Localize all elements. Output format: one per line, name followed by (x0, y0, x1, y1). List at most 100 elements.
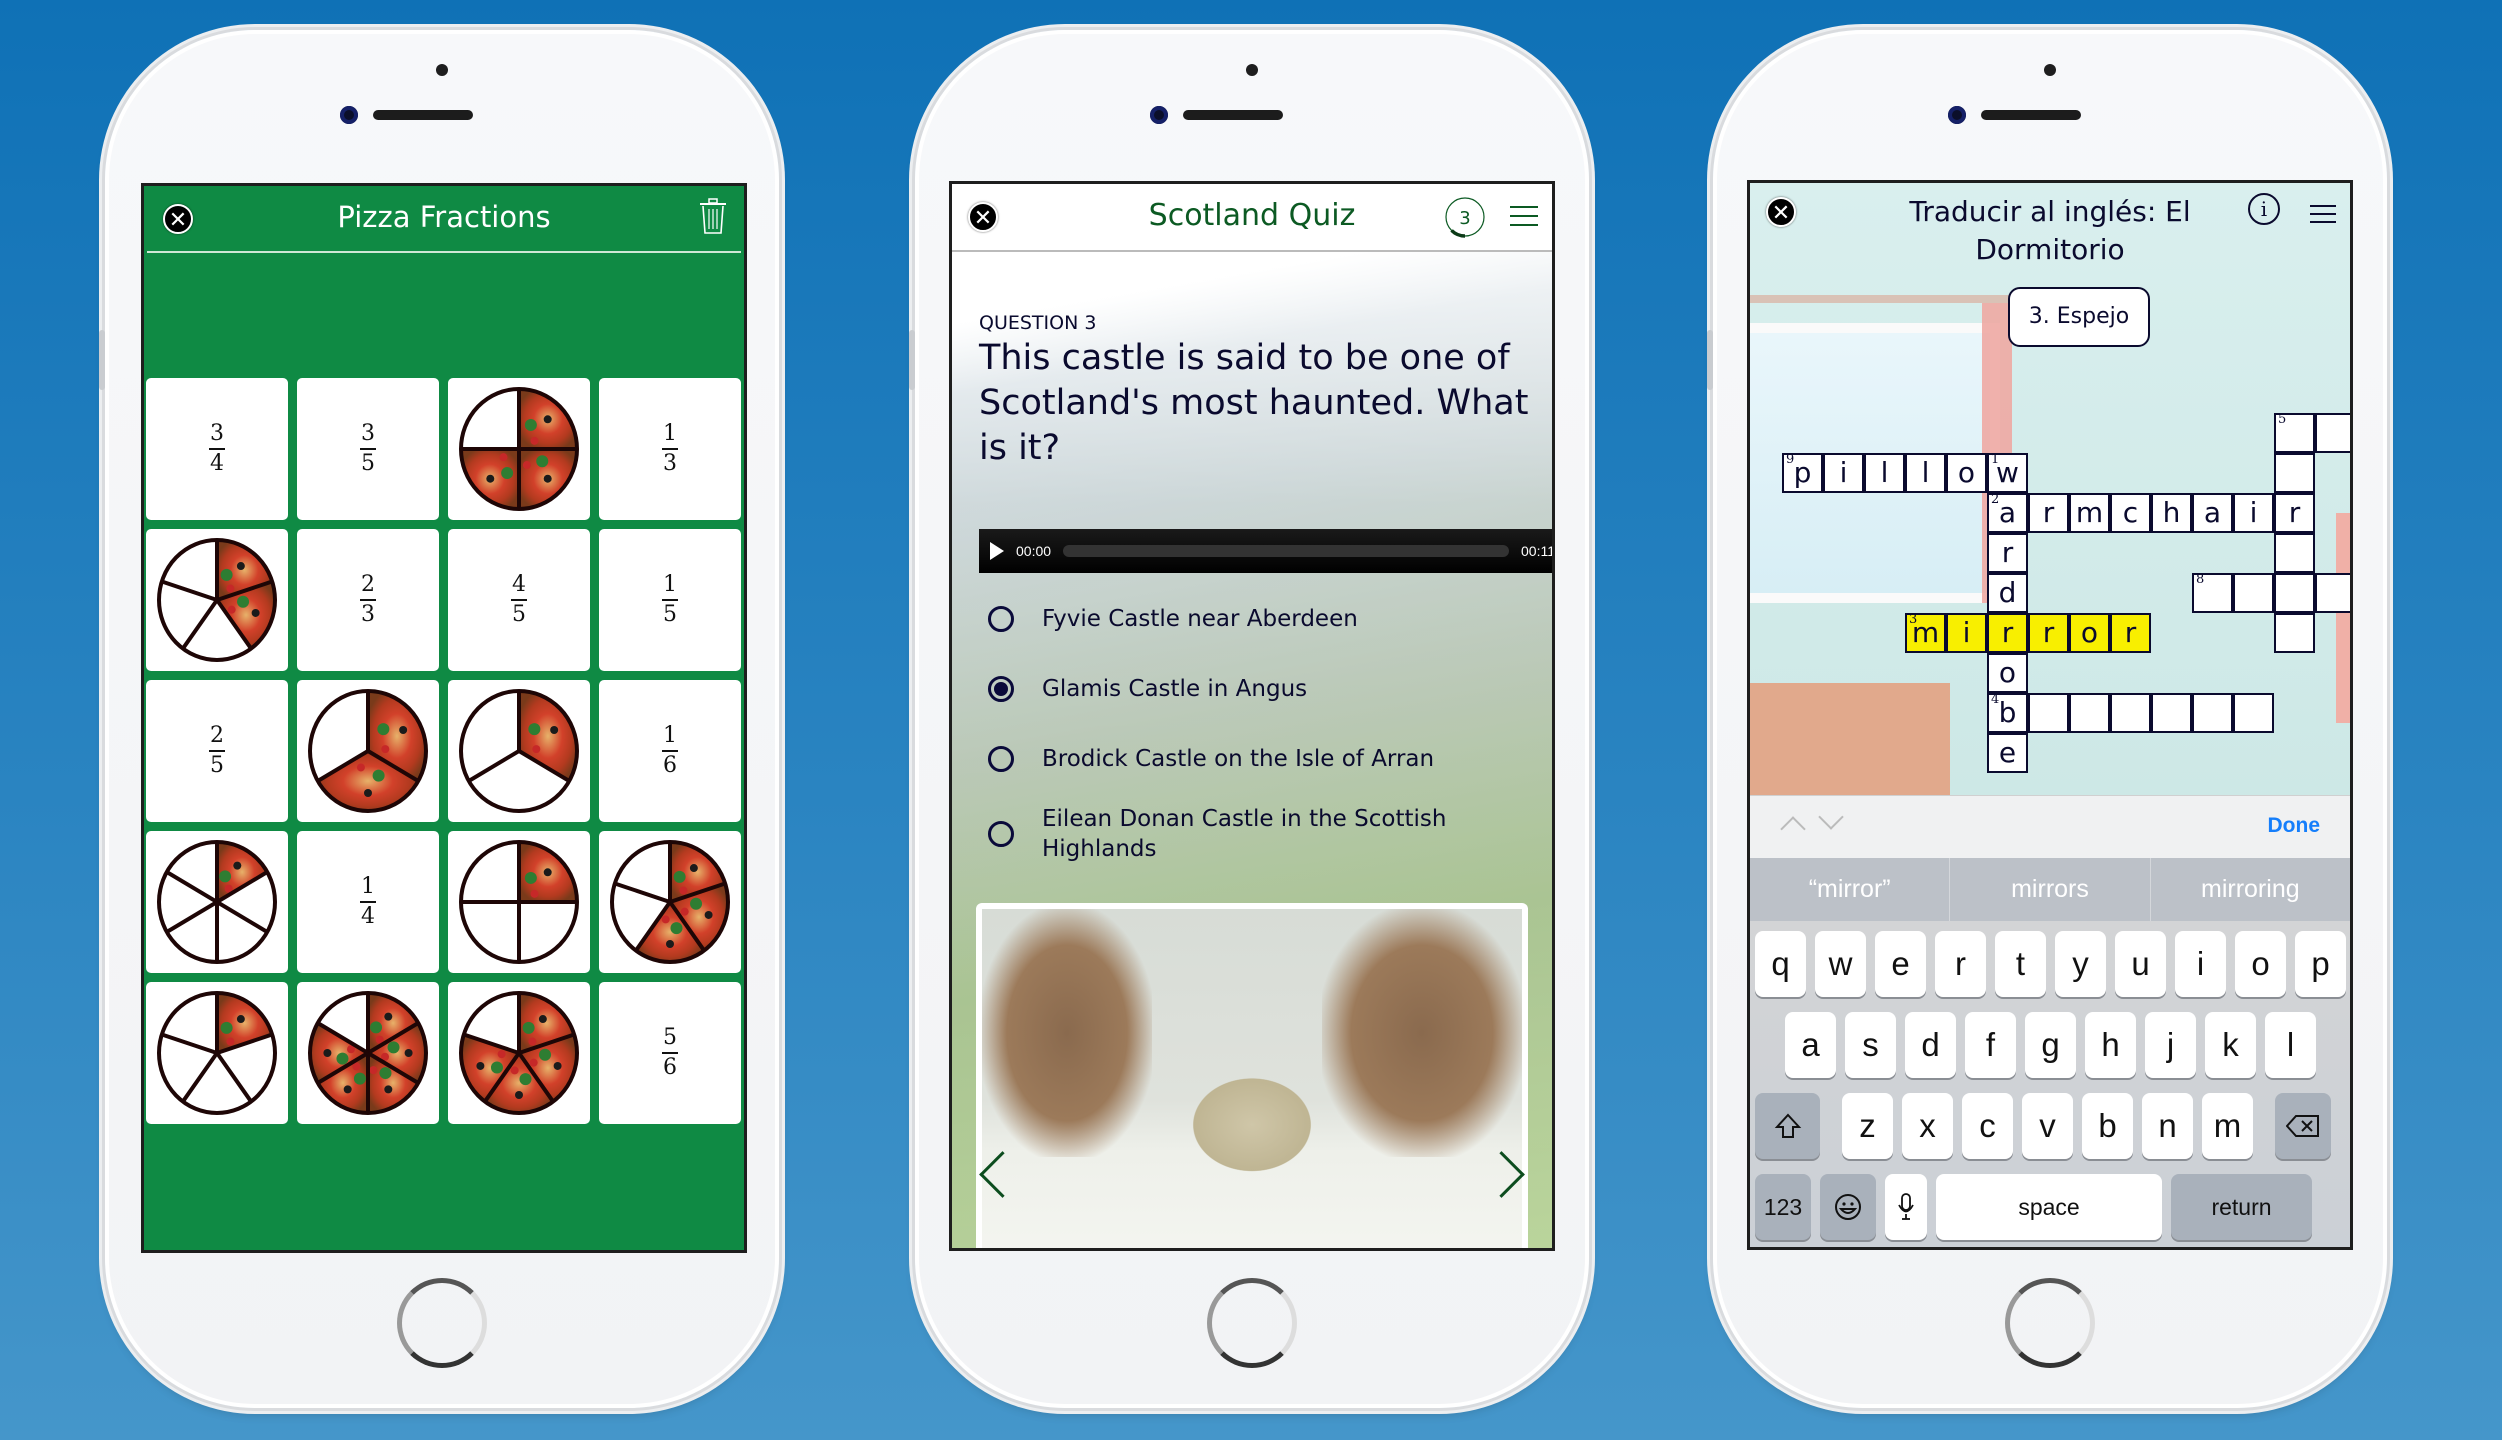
fraction-card[interactable]: 34 (146, 378, 288, 520)
key-i[interactable]: i (2175, 931, 2226, 997)
radio-button[interactable] (988, 676, 1014, 702)
pizza-card[interactable] (448, 831, 590, 973)
key-h[interactable]: h (2085, 1012, 2136, 1078)
fraction-card[interactable]: 23 (297, 529, 439, 671)
crossword-cell[interactable]: 5 (2274, 412, 2315, 453)
audio-seek-bar[interactable] (1063, 545, 1509, 557)
crossword-cell[interactable] (2315, 413, 2350, 453)
fraction-card[interactable]: 25 (146, 680, 288, 822)
key-z[interactable]: z (1842, 1093, 1893, 1159)
key-o[interactable]: o (2235, 931, 2286, 997)
crossword-cell[interactable]: i (1823, 453, 1864, 493)
close-icon[interactable]: ✕ (1766, 197, 1796, 227)
crossword-cell[interactable]: d (1987, 573, 2028, 613)
crossword-cell-active[interactable]: i (1946, 613, 1987, 653)
crossword-cell-active[interactable]: 3m (1905, 612, 1946, 653)
crossword-cell[interactable]: 4b (1987, 692, 2028, 733)
crossword-cell[interactable]: r (2274, 493, 2315, 533)
fraction-card[interactable]: 45 (448, 529, 590, 671)
key-y[interactable]: y (2055, 931, 2106, 997)
pizza-card[interactable] (448, 378, 590, 520)
key-m[interactable]: m (2202, 1093, 2253, 1159)
crossword-cell[interactable] (2151, 693, 2192, 733)
chevron-up-icon[interactable] (1780, 816, 1806, 842)
crossword-cell[interactable] (2233, 693, 2274, 733)
emoji-key[interactable] (1820, 1174, 1876, 1240)
answer-option[interactable]: Fyvie Castle near Aberdeen (988, 584, 1528, 654)
crossword-cell[interactable]: a (2192, 493, 2233, 533)
crossword-cell[interactable] (2315, 573, 2350, 613)
crossword-cell[interactable]: i (2233, 493, 2274, 533)
key-w[interactable]: w (1815, 931, 1866, 997)
crossword-cell[interactable]: 1w (1987, 452, 2028, 493)
fraction-card[interactable]: 35 (297, 378, 439, 520)
menu-icon[interactable] (2310, 205, 2336, 229)
key-l[interactable]: l (2265, 1012, 2316, 1078)
done-button[interactable]: Done (2268, 814, 2321, 838)
trash-icon[interactable] (699, 198, 727, 234)
crossword-cell[interactable] (2192, 693, 2233, 733)
key-c[interactable]: c (1962, 1093, 2013, 1159)
crossword-cell[interactable] (2274, 453, 2315, 493)
radio-button[interactable] (988, 606, 1014, 632)
crossword-cell[interactable] (2274, 533, 2315, 573)
key-r[interactable]: r (1935, 931, 1986, 997)
pizza-card[interactable] (599, 831, 741, 973)
radio-button[interactable] (988, 746, 1014, 772)
crossword-cell[interactable]: m (2069, 493, 2110, 533)
backspace-key[interactable] (2275, 1093, 2331, 1159)
microphone-key[interactable] (1885, 1174, 1927, 1240)
key-b[interactable]: b (2082, 1093, 2133, 1159)
suggestion[interactable]: “mirror” (1750, 858, 1951, 921)
crossword-cell-active[interactable]: r (2028, 613, 2069, 653)
suggestion[interactable]: mirrors (1950, 858, 2151, 921)
crossword-cell-active[interactable]: r (1987, 613, 2028, 653)
answer-option[interactable]: Glamis Castle in Angus (988, 654, 1528, 724)
key-n[interactable]: n (2142, 1093, 2193, 1159)
fraction-card[interactable]: 14 (297, 831, 439, 973)
key-j[interactable]: j (2145, 1012, 2196, 1078)
crossword-cell[interactable]: o (1946, 453, 1987, 493)
crossword-cell[interactable] (2274, 613, 2315, 653)
key-f[interactable]: f (1965, 1012, 2016, 1078)
crossword-cell[interactable]: e (1987, 733, 2028, 773)
answer-option[interactable]: Brodick Castle on the Isle of Arran (988, 724, 1528, 794)
crossword-cell[interactable] (2069, 693, 2110, 733)
crossword-cell[interactable]: 8 (2192, 572, 2233, 613)
crossword-cell[interactable]: r (2028, 493, 2069, 533)
pizza-card[interactable] (146, 982, 288, 1124)
crossword-cell-active[interactable]: r (2110, 613, 2151, 653)
home-button[interactable] (2005, 1278, 2095, 1368)
key-t[interactable]: t (1995, 931, 2046, 997)
key-s[interactable]: s (1845, 1012, 1896, 1078)
shift-key[interactable] (1755, 1093, 1820, 1159)
key-x[interactable]: x (1902, 1093, 1953, 1159)
numbers-key[interactable]: 123 (1755, 1174, 1811, 1240)
pizza-card[interactable] (297, 680, 439, 822)
space-key[interactable]: space (1936, 1174, 2162, 1240)
crossword-cell[interactable] (2028, 693, 2069, 733)
crossword-cell[interactable]: 9p (1782, 452, 1823, 493)
crossword-cell[interactable] (2110, 693, 2151, 733)
key-p[interactable]: p (2295, 931, 2346, 997)
pizza-card[interactable] (297, 982, 439, 1124)
crossword-cell[interactable]: o (1987, 653, 2028, 693)
crossword-cell[interactable]: c (2110, 493, 2151, 533)
crossword-cell[interactable]: h (2151, 493, 2192, 533)
fraction-card[interactable]: 13 (599, 378, 741, 520)
pizza-card[interactable] (146, 831, 288, 973)
answer-option[interactable]: Eilean Donan Castle in the Scottish High… (988, 794, 1528, 874)
key-e[interactable]: e (1875, 931, 1926, 997)
crossword-cell[interactable] (2274, 573, 2315, 613)
menu-icon[interactable] (1510, 206, 1538, 233)
return-key[interactable]: return (2171, 1174, 2312, 1240)
crossword-cell[interactable]: r (1987, 533, 2028, 573)
fraction-card[interactable]: 15 (599, 529, 741, 671)
suggestion[interactable]: mirroring (2151, 858, 2350, 921)
pizza-card[interactable] (146, 529, 288, 671)
key-g[interactable]: g (2025, 1012, 2076, 1078)
crossword-cell[interactable] (2233, 573, 2274, 613)
chevron-down-icon[interactable] (1818, 804, 1844, 830)
key-a[interactable]: a (1785, 1012, 1836, 1078)
play-icon[interactable] (990, 542, 1004, 560)
